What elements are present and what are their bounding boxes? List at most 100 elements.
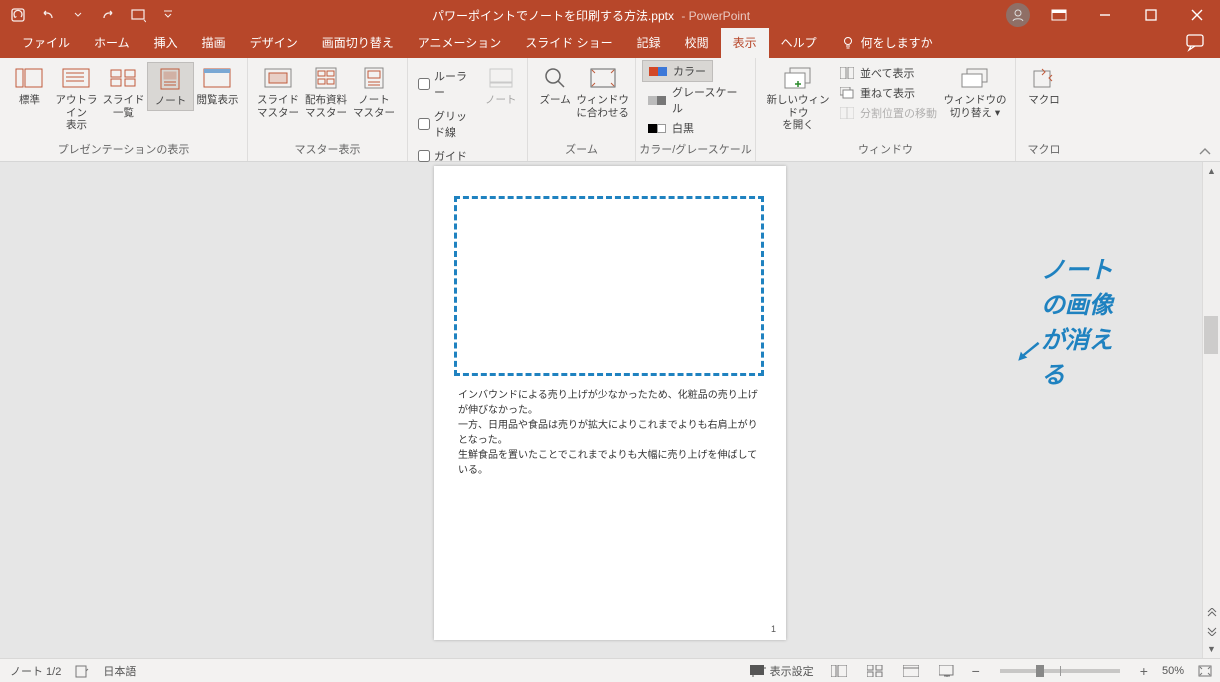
undo-dropdown-icon[interactable] <box>70 7 86 23</box>
slide-placeholder-box <box>454 196 764 376</box>
tab-home[interactable]: ホーム <box>82 28 142 58</box>
status-bar: ノート 1/2 日本語 表示設定 − + 50% <box>0 658 1220 682</box>
redo-icon[interactable] <box>100 7 116 23</box>
notes-master-icon <box>358 66 390 90</box>
scroll-down-icon[interactable]: ▼ <box>1203 640 1220 658</box>
ribbon-tabs: ファイル ホーム 挿入 描画 デザイン 画面切り替え アニメーション スライド … <box>0 30 1220 58</box>
scroll-thumb[interactable] <box>1204 316 1218 354</box>
btn-handout-master[interactable]: 配布資料 マスター <box>302 62 350 121</box>
close-button[interactable] <box>1174 0 1220 30</box>
group-label-zoom: ズーム <box>528 141 635 161</box>
btn-macros[interactable]: マクロ <box>1022 62 1066 109</box>
tab-view[interactable]: 表示 <box>721 28 769 58</box>
ribbon-display-options-icon[interactable] <box>1036 0 1082 30</box>
notes-line-1: インバウンドによる売り上げが少なかったため、化粧品の売り上げが伸びなかった。 <box>458 388 764 418</box>
undo-icon[interactable] <box>40 7 56 23</box>
btn-normal-view[interactable]: 標準 <box>6 62 53 109</box>
window-controls <box>1006 0 1220 30</box>
vertical-scrollbar[interactable]: ▲ ▼ <box>1202 162 1220 658</box>
group-label-master-views: マスター表示 <box>248 141 407 161</box>
maximize-button[interactable] <box>1128 0 1174 30</box>
cascade-icon <box>840 87 854 99</box>
tab-record[interactable]: 記録 <box>625 28 673 58</box>
zoom-level[interactable]: 50% <box>1162 665 1184 677</box>
new-window-icon <box>782 66 814 90</box>
qat-dropdown-icon[interactable] <box>160 7 176 23</box>
next-slide-icon[interactable] <box>1203 622 1220 640</box>
group-label-presentation-views: プレゼンテーションの表示 <box>0 141 247 161</box>
tab-transitions[interactable]: 画面切り替え <box>310 28 406 58</box>
group-show: ルーラー グリッド線 ガイド ノート 表示 <box>408 58 528 161</box>
tab-review[interactable]: 校閲 <box>673 28 721 58</box>
group-label-window: ウィンドウ <box>756 141 1015 161</box>
annotation: ノートの画像が消える <box>1015 250 1119 390</box>
accessibility-icon[interactable] <box>75 664 89 678</box>
btn-switch-windows[interactable]: ウィンドウの 切り替え ▾ <box>943 62 1007 121</box>
status-page[interactable]: ノート 1/2 <box>10 663 61 679</box>
btn-fit-window[interactable]: ウィンドウ に合わせる <box>576 62 629 121</box>
tab-design[interactable]: デザイン <box>238 28 310 58</box>
minimize-button[interactable] <box>1082 0 1128 30</box>
autosave-icon[interactable] <box>10 7 26 23</box>
outline-view-icon <box>60 66 92 90</box>
fit-window-icon <box>587 66 619 90</box>
chevron-down-icon: ▾ <box>995 107 1000 119</box>
btn-color[interactable]: カラー <box>642 60 713 82</box>
quick-access-toolbar <box>0 7 176 23</box>
btn-slide-sorter[interactable]: スライド 一覧 <box>100 62 147 121</box>
btn-zoom[interactable]: ズーム <box>534 62 576 109</box>
user-avatar[interactable] <box>1006 3 1030 27</box>
view-sorter-icon[interactable] <box>864 662 886 680</box>
slide-sorter-icon <box>107 66 139 90</box>
tab-file[interactable]: ファイル <box>10 28 82 58</box>
chk-ruler[interactable]: ルーラー <box>414 66 481 102</box>
btn-outline-view[interactable]: アウトライン 表示 <box>53 62 100 134</box>
tell-me[interactable]: 何をしますか <box>829 28 945 58</box>
view-slideshow-icon[interactable] <box>936 662 958 680</box>
group-master-views: スライド マスター 配布資料 マスター ノート マスター マスター表示 <box>248 58 408 161</box>
group-macros: マクロ マクロ <box>1016 58 1072 161</box>
start-from-beginning-icon[interactable] <box>130 7 146 23</box>
btn-notes-master[interactable]: ノート マスター <box>350 62 398 121</box>
btn-notes-page-view[interactable]: ノート <box>147 62 194 111</box>
notes-line-3: 生鮮食品を置いたことでこれまでよりも大幅に売り上げを伸ばしている。 <box>458 448 764 478</box>
btn-notes-pane: ノート <box>481 62 521 109</box>
share-comment-icon[interactable] <box>1186 34 1206 52</box>
btn-new-window[interactable]: 新しいウィンドウ を開く <box>762 62 834 134</box>
annotation-arrow-icon <box>1015 317 1041 387</box>
btn-slide-master[interactable]: スライド マスター <box>254 62 302 121</box>
prev-slide-icon[interactable] <box>1203 604 1220 622</box>
view-reading-icon[interactable] <box>900 662 922 680</box>
status-language[interactable]: 日本語 <box>103 663 136 679</box>
display-settings[interactable]: 表示設定 <box>750 663 814 679</box>
switch-windows-icon <box>959 66 991 90</box>
group-color: カラー グレースケール 白黒 カラー/グレースケール <box>636 58 756 161</box>
app-name: - PowerPoint <box>681 9 750 23</box>
zoom-slider[interactable] <box>1000 669 1120 673</box>
collapse-ribbon-icon[interactable] <box>1198 147 1212 157</box>
scroll-up-icon[interactable]: ▲ <box>1203 162 1220 180</box>
zoom-out-icon[interactable]: − <box>972 663 980 679</box>
tab-draw[interactable]: 描画 <box>190 28 238 58</box>
group-label-macros: マクロ <box>1016 141 1072 161</box>
zoom-icon <box>539 66 571 90</box>
btn-reading-view[interactable]: 閲覧表示 <box>194 62 241 109</box>
tab-help[interactable]: ヘルプ <box>769 28 829 58</box>
btn-grayscale[interactable]: グレースケール <box>642 82 749 118</box>
btn-cascade[interactable]: 重ねて表示 <box>834 84 943 102</box>
notes-page[interactable]: インバウンドによる売り上げが少なかったため、化粧品の売り上げが伸びなかった。 一… <box>434 166 786 640</box>
tab-slideshow[interactable]: スライド ショー <box>513 28 624 58</box>
tab-animations[interactable]: アニメーション <box>406 28 514 58</box>
view-normal-icon[interactable] <box>828 662 850 680</box>
chk-gridlines[interactable]: グリッド線 <box>414 106 481 142</box>
fit-to-window-status-icon[interactable] <box>1198 665 1212 677</box>
zoom-in-icon[interactable]: + <box>1140 663 1148 679</box>
btn-black-white[interactable]: 白黒 <box>642 118 700 138</box>
tab-insert[interactable]: 挿入 <box>142 28 190 58</box>
tell-me-label: 何をしますか <box>861 34 933 51</box>
lightbulb-icon <box>841 36 855 50</box>
btn-move-split: 分割位置の移動 <box>834 104 943 122</box>
display-settings-icon <box>750 665 766 677</box>
notes-text-block: インバウンドによる売り上げが少なかったため、化粧品の売り上げが伸びなかった。 一… <box>458 388 764 478</box>
btn-arrange-all[interactable]: 並べて表示 <box>834 64 943 82</box>
